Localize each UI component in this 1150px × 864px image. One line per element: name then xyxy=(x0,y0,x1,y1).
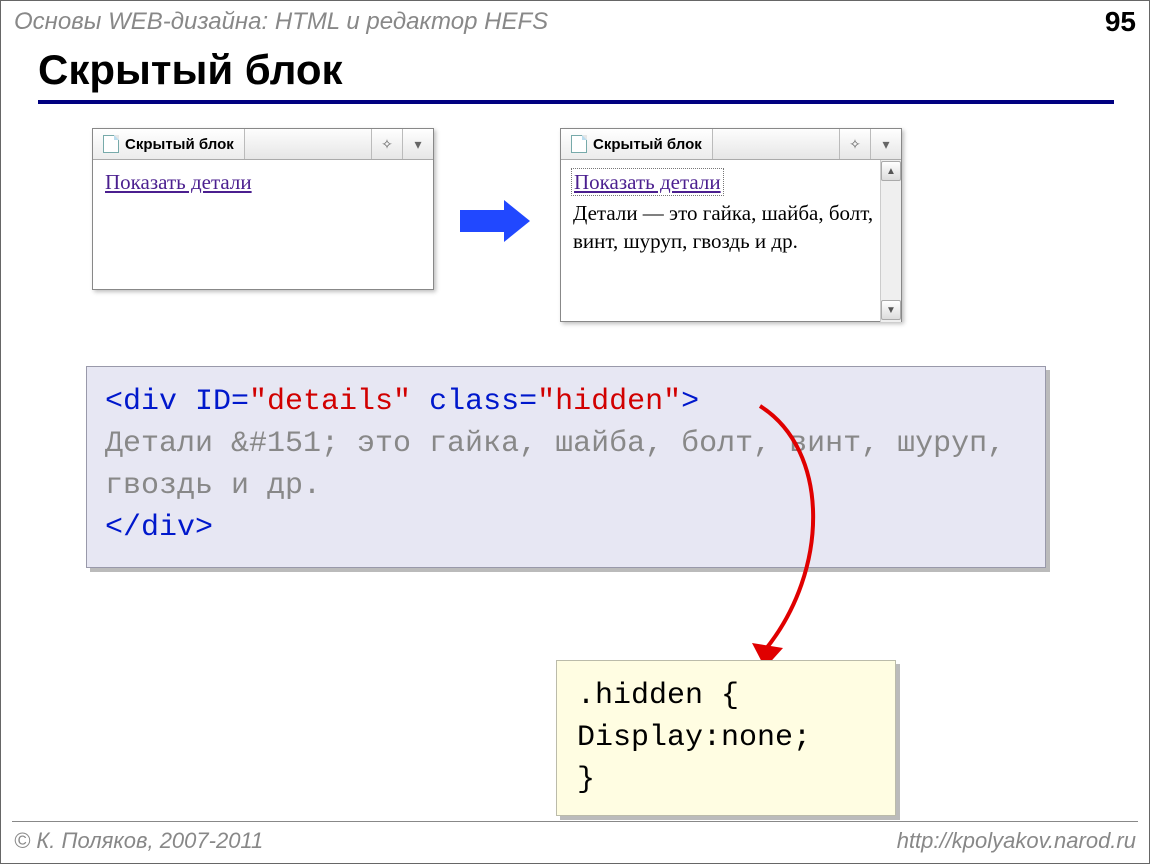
browser-tab[interactable]: Скрытый блок xyxy=(93,129,245,159)
page-title: Скрытый блок xyxy=(38,46,343,94)
tab-title: Скрытый блок xyxy=(125,136,234,153)
footer-divider xyxy=(12,821,1138,822)
tab-menu-button[interactable]: ▾ xyxy=(402,129,433,159)
code-token: <div xyxy=(105,385,195,419)
css-code-block: .hidden { Display:none; } xyxy=(556,660,896,816)
tab-title: Скрытый блок xyxy=(593,136,702,153)
css-line: Display:none; xyxy=(577,717,875,759)
browser-body: Показать детали xyxy=(93,160,433,290)
page-icon xyxy=(571,135,587,153)
page-number: 95 xyxy=(1105,6,1136,38)
code-close: </div> xyxy=(105,507,1027,549)
new-tab-button[interactable]: ✧ xyxy=(371,129,402,159)
footer-copyright: © К. Поляков, 2007-2011 xyxy=(14,828,263,854)
css-line: .hidden { xyxy=(577,675,875,717)
footer-url: http://kpolyakov.narod.ru xyxy=(897,828,1136,854)
show-details-link[interactable]: Показать детали xyxy=(105,170,252,194)
tab-menu-button[interactable]: ▾ xyxy=(870,129,901,159)
html-code-block: <div ID="details" class="hidden"> Детали… xyxy=(86,366,1046,568)
code-token: ID= xyxy=(195,385,249,419)
code-token: > xyxy=(681,385,699,419)
scroll-down-icon[interactable]: ▼ xyxy=(881,300,901,320)
code-token: "details" xyxy=(249,385,411,419)
tab-bar: Скрытый блок ✧ ▾ xyxy=(561,129,901,160)
details-text: Детали — это гайка, шайба, болт, винт, ш… xyxy=(573,199,889,256)
title-underline xyxy=(38,100,1114,104)
browser-window-expanded: Скрытый блок ✧ ▾ Показать детали Детали … xyxy=(560,128,902,322)
breadcrumb: Основы WEB-дизайна: HTML и редактор HEFS xyxy=(14,8,548,36)
css-line: } xyxy=(577,759,875,801)
tab-bar: Скрытый блок ✧ ▾ xyxy=(93,129,433,160)
show-details-link[interactable]: Показать детали xyxy=(573,170,722,194)
scroll-up-icon[interactable]: ▲ xyxy=(881,161,901,181)
new-tab-button[interactable]: ✧ xyxy=(839,129,870,159)
browser-tab[interactable]: Скрытый блок xyxy=(561,129,713,159)
code-token: class= xyxy=(411,385,537,419)
scrollbar[interactable]: ▲ ▼ xyxy=(880,160,901,322)
browser-body: Показать детали Детали — это гайка, шайб… xyxy=(561,160,901,322)
code-body: Детали &#151; это гайка, шайба, болт, ви… xyxy=(105,423,1027,507)
browser-window-collapsed: Скрытый блок ✧ ▾ Показать детали xyxy=(92,128,434,290)
page-icon xyxy=(103,135,119,153)
code-token: "hidden" xyxy=(537,385,681,419)
